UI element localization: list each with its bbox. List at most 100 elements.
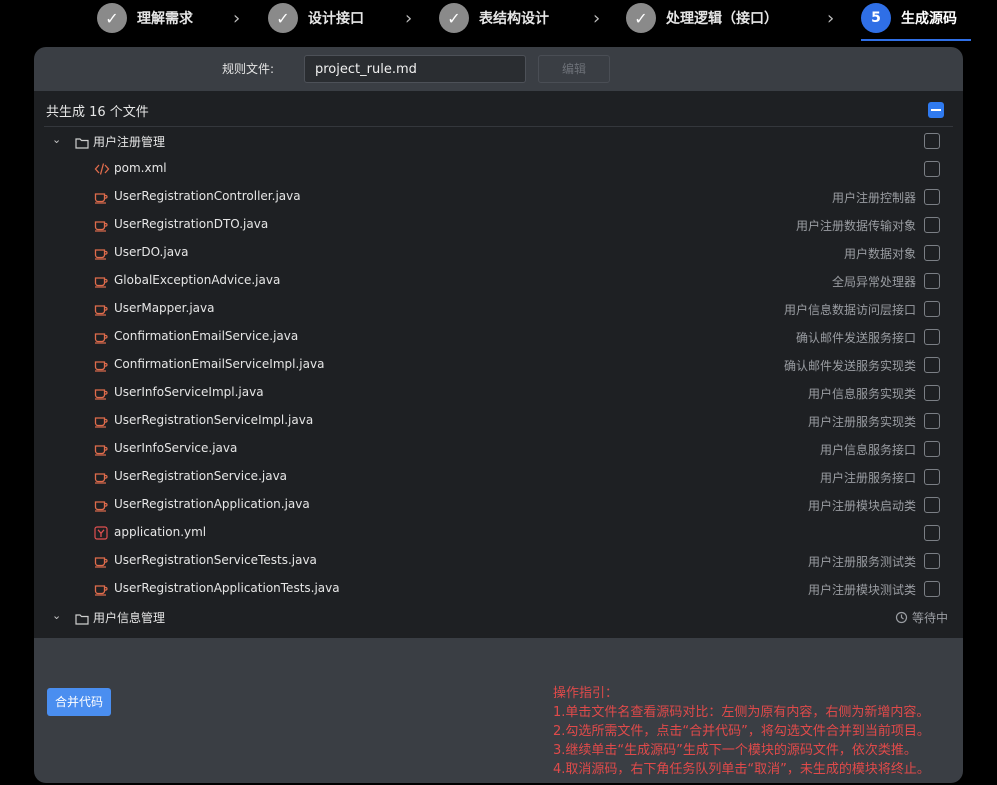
- file-name[interactable]: GlobalExceptionAdvice.java: [114, 273, 280, 287]
- folder-row[interactable]: ⌄ 用户注册管理: [34, 127, 963, 155]
- file-checkbox[interactable]: [924, 413, 940, 429]
- file-checkbox[interactable]: [924, 581, 940, 597]
- xml-icon: [94, 161, 110, 180]
- waiting-label: 等待中: [911, 611, 948, 625]
- file-description: 用户注册服务接口: [819, 471, 916, 485]
- file-checkbox[interactable]: [924, 161, 940, 177]
- active-step-indicator: [861, 39, 971, 41]
- file-checkbox[interactable]: [924, 329, 940, 345]
- file-name[interactable]: UserRegistrationService.java: [114, 469, 287, 483]
- file-checkbox[interactable]: [924, 301, 940, 317]
- file-checkbox[interactable]: [924, 357, 940, 373]
- file-name[interactable]: ConfirmationEmailService.java: [114, 329, 298, 343]
- chevron-right-icon: ›: [593, 8, 601, 29]
- java-icon: [94, 469, 108, 488]
- file-description: 用户数据对象: [843, 247, 916, 261]
- file-row[interactable]: UserDO.java 用户数据对象: [34, 239, 963, 267]
- rule-file-input[interactable]: project_rule.md: [304, 55, 526, 83]
- file-row[interactable]: UserRegistrationDTO.java 用户注册数据传输对象: [34, 211, 963, 239]
- file-row[interactable]: UserInfoService.java 用户信息服务接口: [34, 435, 963, 463]
- file-description: 用户注册模块测试类: [807, 583, 916, 597]
- waiting-status: 等待中: [895, 609, 948, 626]
- file-description: 用户注册控制器: [831, 191, 916, 205]
- folder-name: 用户信息管理: [93, 611, 166, 625]
- java-icon: [94, 217, 108, 236]
- file-row[interactable]: application.yml: [34, 519, 963, 547]
- file-row[interactable]: GlobalExceptionAdvice.java 全局异常处理器: [34, 267, 963, 295]
- file-row[interactable]: ConfirmationEmailServiceImpl.java 确认邮件发送…: [34, 351, 963, 379]
- step-generate-source[interactable]: 5 生成源码: [861, 2, 957, 34]
- folder-name: 用户注册管理: [93, 135, 166, 149]
- java-icon: [94, 301, 108, 320]
- file-checkbox[interactable]: [924, 385, 940, 401]
- folder-checkbox[interactable]: [924, 133, 940, 149]
- history-icon: [895, 611, 908, 624]
- file-row[interactable]: UserRegistrationApplicationTests.java 用户…: [34, 575, 963, 603]
- file-name[interactable]: pom.xml: [114, 161, 167, 175]
- file-row[interactable]: UserRegistrationServiceImpl.java 用户注册服务实…: [34, 407, 963, 435]
- java-icon: [94, 245, 108, 264]
- file-description: 用户信息数据访问层接口: [783, 303, 916, 317]
- file-row[interactable]: UserRegistrationController.java 用户注册控制器: [34, 183, 963, 211]
- file-row[interactable]: UserInfoServiceImpl.java 用户信息服务实现类: [34, 379, 963, 407]
- file-name[interactable]: UserRegistrationController.java: [114, 189, 301, 203]
- file-checkbox[interactable]: [924, 441, 940, 457]
- file-checkbox[interactable]: [924, 273, 940, 289]
- file-name[interactable]: UserRegistrationServiceTests.java: [114, 553, 317, 567]
- file-row[interactable]: UserRegistrationServiceTests.java 用户注册服务…: [34, 547, 963, 575]
- chevron-down-icon[interactable]: ⌄: [52, 610, 64, 622]
- file-name[interactable]: UserRegistrationApplication.java: [114, 497, 310, 511]
- select-all-checkbox[interactable]: [928, 102, 944, 118]
- file-name[interactable]: UserInfoService.java: [114, 441, 237, 455]
- file-name[interactable]: UserDO.java: [114, 245, 189, 259]
- chevron-right-icon: ›: [405, 8, 413, 29]
- file-checkbox[interactable]: [924, 497, 940, 513]
- file-checkbox[interactable]: [924, 469, 940, 485]
- chevron-down-icon[interactable]: ⌄: [52, 134, 64, 146]
- file-description: 用户注册模块启动类: [807, 499, 916, 513]
- step-label: 设计接口: [308, 11, 364, 27]
- check-icon: ✓: [97, 3, 127, 33]
- chevron-right-icon: ›: [233, 8, 241, 29]
- file-name[interactable]: UserInfoServiceImpl.java: [114, 385, 264, 399]
- step-understand-requirements[interactable]: ✓ 理解需求: [97, 2, 193, 34]
- file-name[interactable]: UserMapper.java: [114, 301, 214, 315]
- java-icon: [94, 413, 108, 432]
- file-row[interactable]: UserRegistrationService.java 用户注册服务接口: [34, 463, 963, 491]
- file-name[interactable]: UserRegistrationServiceImpl.java: [114, 413, 313, 427]
- file-description: 用户信息服务实现类: [807, 387, 916, 401]
- guide-line: 2.勾选所需文件，点击“合并代码”，将勾选文件合并到当前项目。: [553, 724, 930, 739]
- step-design-interface[interactable]: ✓ 设计接口: [268, 2, 364, 34]
- file-name[interactable]: application.yml: [114, 525, 206, 539]
- file-row[interactable]: UserMapper.java 用户信息数据访问层接口: [34, 295, 963, 323]
- operation-guide: 操作指引： 1.单击文件名查看源码对比：左侧为原有内容，右侧为新增内容。 2.勾…: [553, 684, 930, 779]
- file-row[interactable]: UserRegistrationApplication.java 用户注册模块启…: [34, 491, 963, 519]
- file-description: 全局异常处理器: [831, 275, 916, 289]
- file-description: 确认邮件发送服务实现类: [783, 359, 916, 373]
- file-row[interactable]: pom.xml: [34, 155, 963, 183]
- step-processing-logic[interactable]: ✓ 处理逻辑（接口）: [626, 2, 778, 34]
- edit-button[interactable]: 编辑: [538, 55, 610, 83]
- file-description: 确认邮件发送服务接口: [795, 331, 916, 345]
- file-checkbox[interactable]: [924, 553, 940, 569]
- guide-line: 1.单击文件名查看源码对比：左侧为原有内容，右侧为新增内容。: [553, 705, 930, 720]
- check-icon: ✓: [268, 3, 298, 33]
- step-table-design[interactable]: ✓ 表结构设计: [439, 2, 549, 34]
- file-checkbox[interactable]: [924, 525, 940, 541]
- file-checkbox[interactable]: [924, 217, 940, 233]
- file-name[interactable]: UserRegistrationDTO.java: [114, 217, 268, 231]
- java-icon: [94, 553, 108, 572]
- main-panel: 规则文件: project_rule.md 编辑 共生成 16 个文件 ⌄ 用户…: [34, 47, 963, 783]
- java-icon: [94, 581, 108, 600]
- folder-icon: [75, 134, 89, 153]
- merge-code-button[interactable]: 合并代码: [47, 688, 111, 716]
- file-name[interactable]: ConfirmationEmailServiceImpl.java: [114, 357, 324, 371]
- chevron-right-icon: ›: [827, 8, 835, 29]
- file-checkbox[interactable]: [924, 189, 940, 205]
- file-name[interactable]: UserRegistrationApplicationTests.java: [114, 581, 340, 595]
- file-description: 用户信息服务接口: [819, 443, 916, 457]
- file-checkbox[interactable]: [924, 245, 940, 261]
- file-row[interactable]: ConfirmationEmailService.java 确认邮件发送服务接口: [34, 323, 963, 351]
- folder-row[interactable]: ⌄ 用户信息管理 等待中: [34, 603, 963, 631]
- guide-title: 操作指引：: [553, 686, 619, 701]
